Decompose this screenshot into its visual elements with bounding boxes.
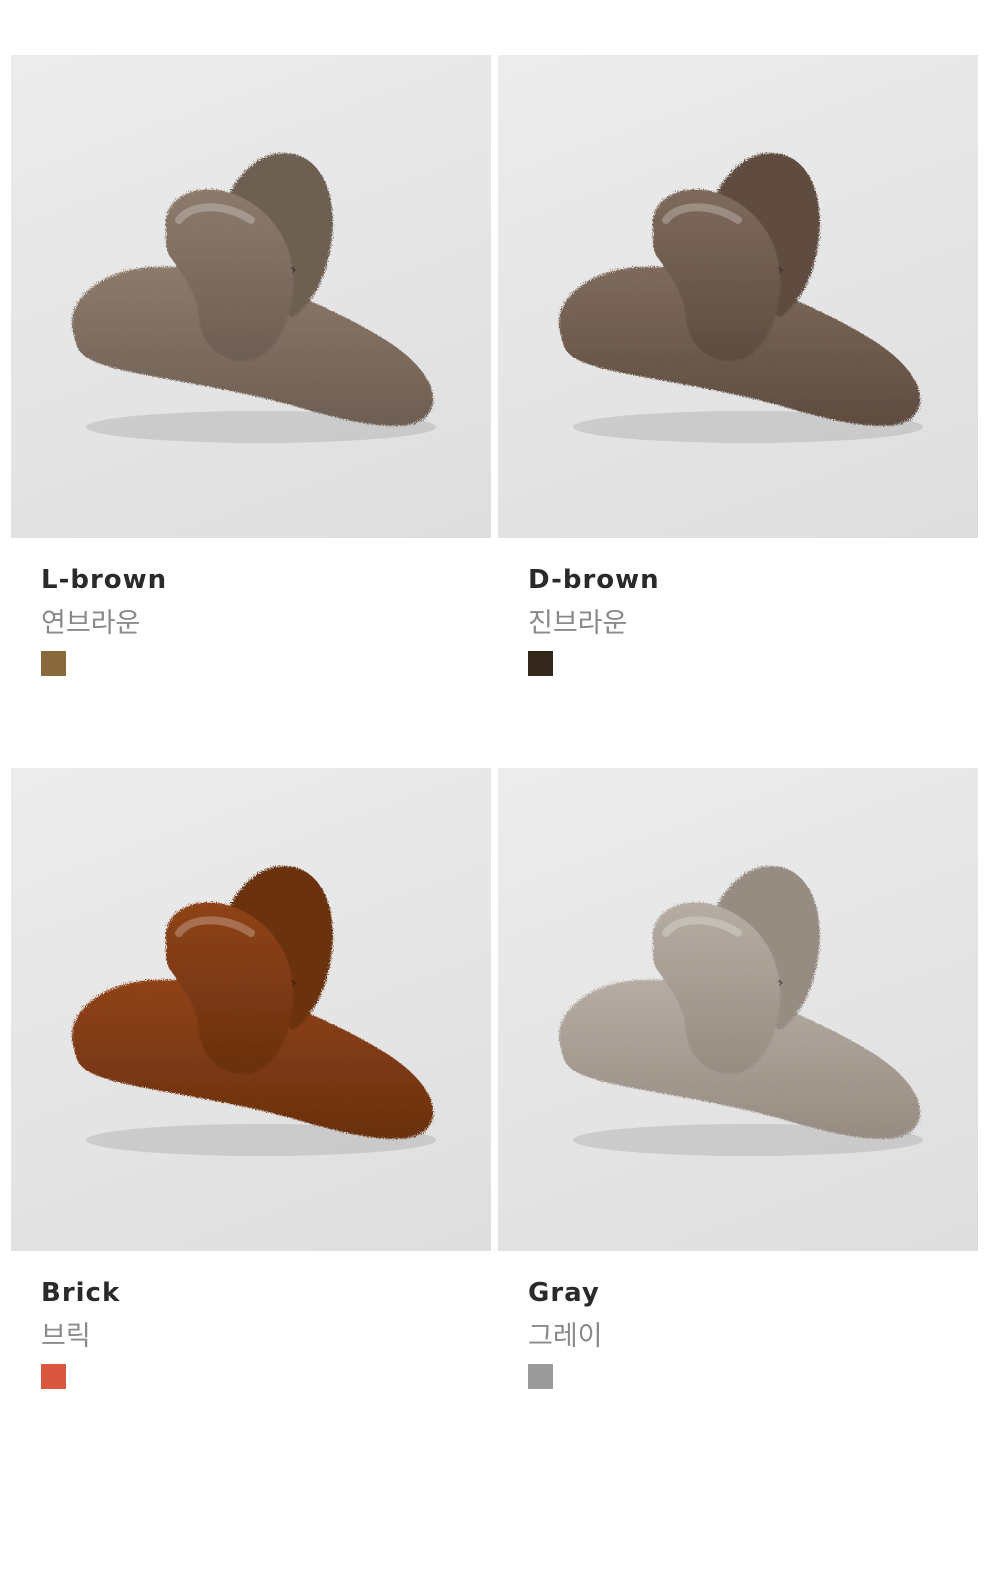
- claw-clip-illustration: [72, 865, 436, 1156]
- product-photo[interactable]: [11, 55, 491, 538]
- product-photo[interactable]: [11, 768, 491, 1251]
- color-name-ko: 연브라운: [41, 608, 141, 639]
- claw-clip-illustration: [72, 152, 436, 443]
- color-name-en: L-brown: [41, 565, 168, 595]
- claw-clip-illustration: [559, 865, 923, 1156]
- color-swatch[interactable]: [528, 1364, 553, 1389]
- product-photo[interactable]: [498, 55, 978, 538]
- color-name-en: Gray: [528, 1278, 600, 1308]
- color-name-en: Brick: [41, 1278, 121, 1308]
- color-name-ko: 진브라운: [528, 608, 628, 639]
- color-swatch[interactable]: [41, 1364, 66, 1389]
- color-name-ko: 브릭: [41, 1321, 91, 1352]
- color-swatch[interactable]: [41, 651, 66, 676]
- claw-clip-illustration: [559, 152, 923, 443]
- color-name-en: D-brown: [528, 565, 660, 595]
- color-swatch[interactable]: [528, 651, 553, 676]
- product-photo[interactable]: [498, 768, 978, 1251]
- color-name-ko: 그레이: [528, 1321, 603, 1352]
